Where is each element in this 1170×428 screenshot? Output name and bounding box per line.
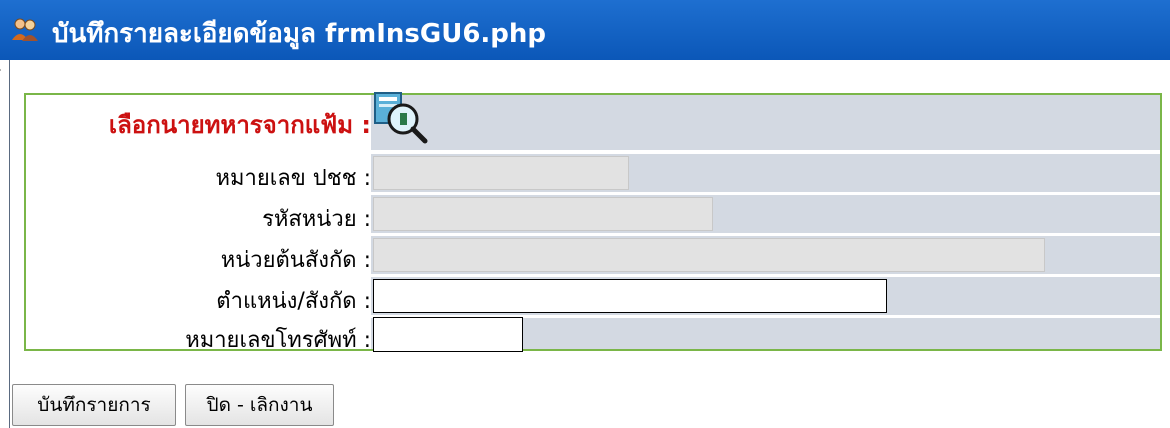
field-cell: [371, 277, 1160, 315]
window-title: บันทึกรายละเอียดข้อมูล frmInsGU6.php: [52, 19, 547, 49]
field-cell: [371, 236, 1160, 274]
field-label-parent-unit: หน่วยต้นสังกัด :: [220, 248, 371, 273]
parent-unit-field[interactable]: [373, 238, 1045, 272]
frame-border: [9, 60, 10, 428]
field-cell: [371, 154, 1160, 192]
field-label-position: ตำแหน่ง/สังกัด :: [216, 289, 371, 314]
field-cell: [371, 317, 1160, 352]
pick-label: เลือกนายทหารจากแฟ้ม :: [108, 111, 371, 139]
pick-cell: [371, 92, 1160, 150]
close-button[interactable]: ปิด - เลิกงาน: [185, 384, 334, 426]
phone-field[interactable]: [373, 317, 523, 352]
save-button[interactable]: บันทึกรายการ: [12, 384, 176, 426]
window-titlebar: บันทึกรายละเอียดข้อมูล frmInsGU6.php: [0, 0, 1170, 60]
position-field[interactable]: [373, 279, 887, 313]
people-icon: [12, 18, 38, 41]
unit-code-field[interactable]: [373, 197, 713, 231]
field-row-parent-unit: หน่วยต้นสังกัด :: [26, 236, 1160, 274]
field-cell: [371, 195, 1160, 233]
national-id-field[interactable]: [373, 156, 629, 190]
document-search-icon[interactable]: [373, 91, 431, 147]
pick-row: เลือกนายทหารจากแฟ้ม :: [26, 92, 1160, 150]
field-row-unit-code: รหัสหน่วย :: [26, 195, 1160, 233]
field-row-national-id: หมายเลข ปชช :: [26, 154, 1160, 192]
field-label-phone: หมายเลขโทรศัพท์ :: [185, 328, 371, 353]
field-label-unit-code: รหัสหน่วย :: [262, 207, 371, 232]
field-label-national-id: หมายเลข ปชช :: [215, 166, 371, 191]
field-row-position: ตำแหน่ง/สังกัด :: [26, 277, 1160, 315]
form-container: เลือกนายทหารจากแฟ้ม : หมายเลข ปชช : รหัส…: [24, 92, 1162, 353]
field-row-phone: หมายเลขโทรศัพท์ :: [26, 317, 1160, 353]
